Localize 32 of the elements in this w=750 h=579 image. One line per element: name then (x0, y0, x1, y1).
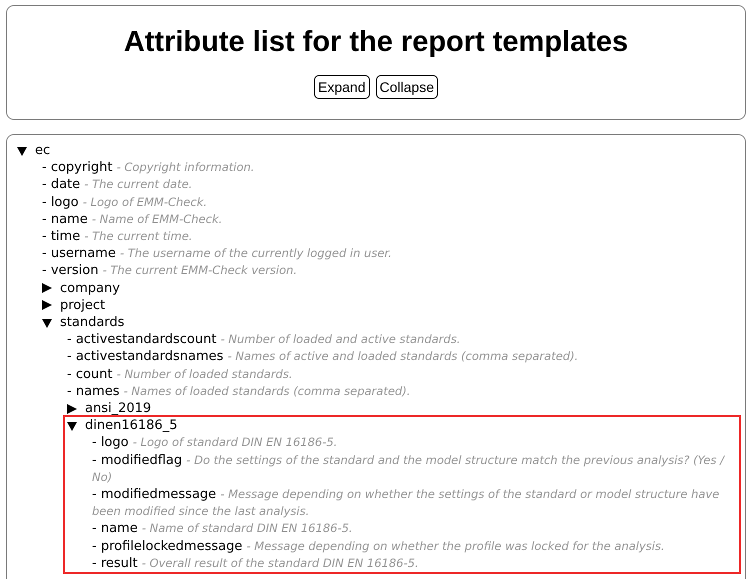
attribute-entry: - copyright - Copyright information. (42, 159, 256, 176)
toolbar-button[interactable]: Collapse (376, 75, 438, 99)
node-label[interactable]: standards (60, 314, 124, 332)
node-label[interactable]: ansi_2019 (85, 400, 152, 418)
page-title: Attribute list for the report templates (124, 26, 628, 59)
attribute-entry: - count - Number of loaded standards. (67, 366, 294, 383)
node-label[interactable]: company (60, 280, 120, 297)
node-label[interactable]: dinen16186_5 (85, 417, 178, 434)
attribute-entry: - logo - Logo of standard DIN EN 16186-5. (92, 434, 338, 452)
triangle-right-icon[interactable] (67, 404, 77, 414)
attribute-entry: - profilelockedmessage - Message depending on whether the profile was locked for the analysis. (92, 538, 666, 555)
triangle-right-icon[interactable] (42, 283, 52, 294)
toolbar-button[interactable]: Expand (314, 75, 370, 99)
triangle-down-icon[interactable] (42, 318, 52, 328)
node-label[interactable]: project (60, 296, 106, 314)
attribute-entry: - names - Names of loaded standards (comma separated). (67, 382, 412, 400)
attribute-entry: - activestandardscount - Number of loaded and active standards. (67, 331, 462, 348)
attribute-entry: - logo - Logo of EMM-Check. (42, 194, 208, 211)
node-label[interactable]: ec (35, 142, 50, 160)
attribute-entry: - time - The current time. (42, 228, 194, 246)
triangle-right-icon[interactable] (42, 300, 52, 310)
attribute-entry: - date - The current date. (42, 176, 194, 194)
attribute-entry: - modifiedmessage - Message depending on whether the settings of the standard or model structure have been modified since the last analysis. (92, 486, 720, 520)
attribute-entry: - activestandardsnames - Names of active and loaded standards (comma separated). (67, 348, 580, 366)
triangle-down-icon[interactable] (17, 146, 27, 156)
attribute-entry: - modifiedflag - Do the settings of the standard and the model structure match the previous analysis? (Yes / No) (92, 452, 726, 486)
attribute-entry: - username - The username of the currently logged in user. (42, 245, 393, 262)
attribute-entry: - version - The current EMM-Check version. (42, 262, 298, 280)
attribute-entry: - name - Name of standard DIN EN 16186-5. (92, 520, 354, 538)
triangle-down-icon[interactable] (67, 420, 77, 431)
attribute-entry: - name - Name of EMM-Check. (42, 210, 224, 228)
attribute-entry: - result - Overall result of the standard DIN EN 16186-5. (92, 554, 420, 572)
